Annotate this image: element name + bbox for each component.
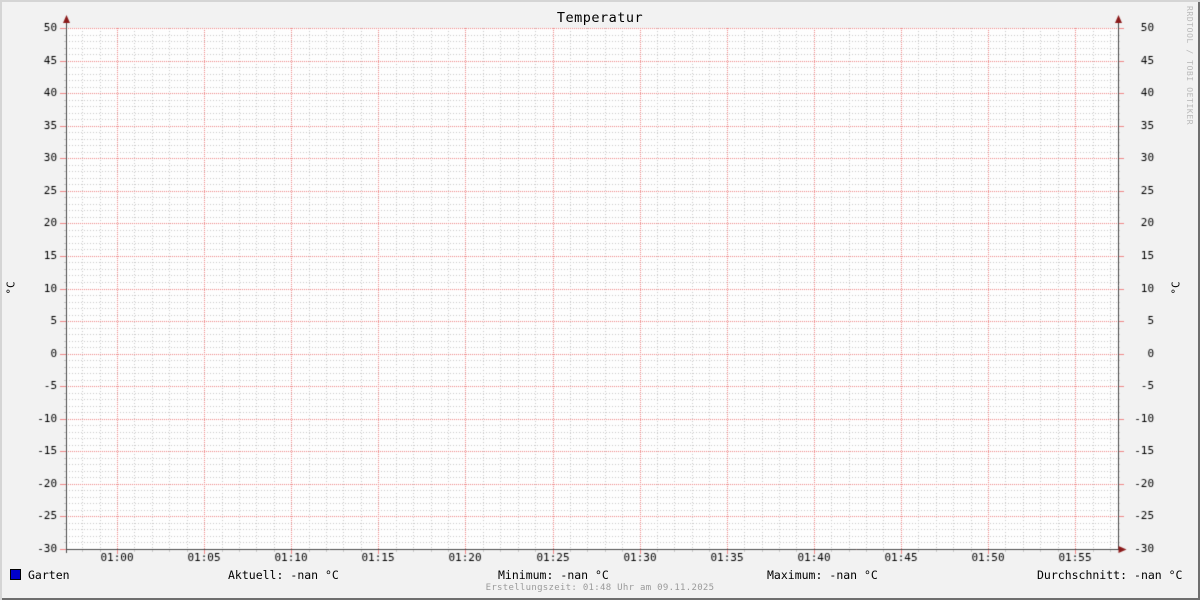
stat-aktuell-label: Aktuell:: [228, 568, 284, 582]
stat-maximum-label: Maximum:: [767, 568, 823, 582]
stat-minimum-value: -nan °C: [560, 568, 609, 582]
stat-maximum-value: -nan °C: [829, 568, 878, 582]
stat-durchschnitt: Durchschnitt: -nan °C: [1037, 568, 1182, 582]
stat-aktuell: Aktuell: -nan °C: [228, 568, 339, 582]
stat-minimum-label: Minimum:: [498, 568, 554, 582]
rrdtool-temperature-graph: Temperatur °C °C RRDTOOL / TOBI OETIKER …: [0, 0, 1200, 600]
creation-timestamp: Erstellungszeit: 01:48 Uhr am 09.11.2025: [485, 583, 715, 593]
stat-maximum: Maximum: -nan °C: [767, 568, 878, 582]
chart-title: Temperatur: [556, 10, 644, 26]
stat-aktuell-value: -nan °C: [290, 568, 339, 582]
y-axis-label-right: °C: [1169, 281, 1183, 295]
legend-series-label: Garten: [28, 568, 70, 582]
stat-durchschnitt-label: Durchschnitt:: [1037, 568, 1128, 582]
chart-grid-canvas: [0, 0, 1200, 600]
stat-minimum: Minimum: -nan °C: [498, 568, 609, 582]
rrdtool-watermark: RRDTOOL / TOBI OETIKER: [1185, 6, 1194, 126]
legend-color-swatch: [10, 569, 21, 580]
stat-durchschnitt-value: -nan °C: [1134, 568, 1183, 582]
y-axis-label-left: °C: [4, 281, 18, 295]
